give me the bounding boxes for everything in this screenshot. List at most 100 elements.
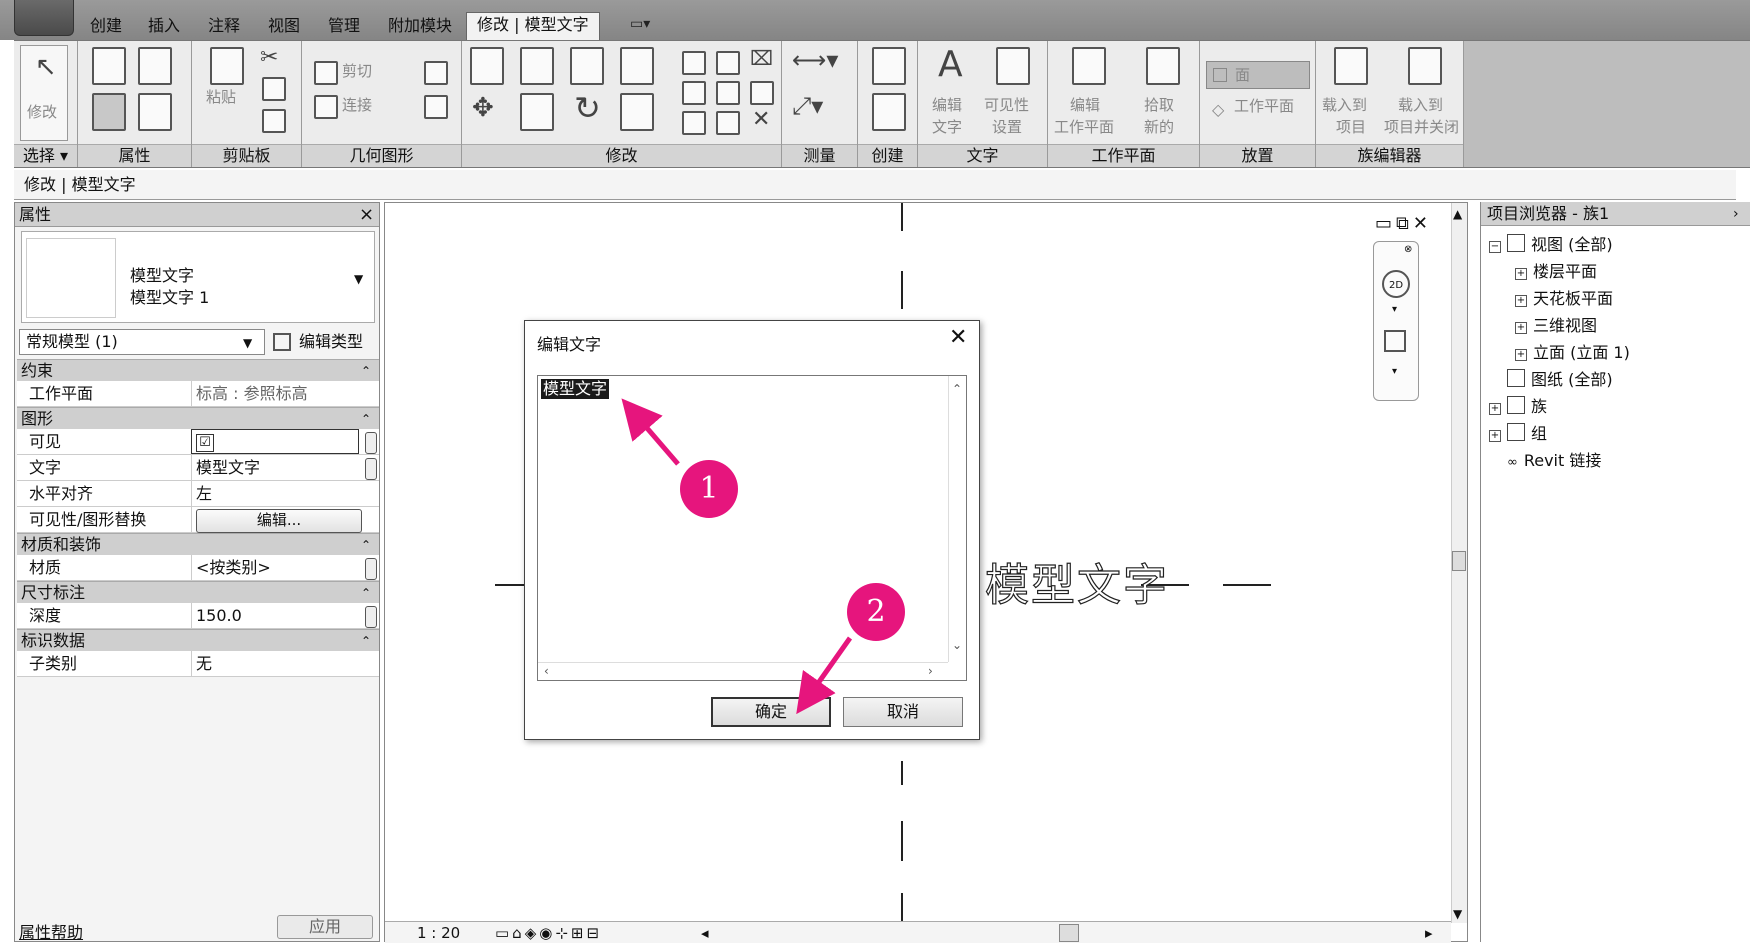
tree-item-families[interactable]: + 族 <box>1489 396 1547 418</box>
group-materials[interactable]: 材质和装饰 ⌃ <box>17 533 379 555</box>
properties-toggle-icon[interactable] <box>92 93 126 131</box>
trim-single-icon[interactable] <box>682 111 706 135</box>
load-into-project-button[interactable]: 载入到 项目 <box>1318 45 1382 143</box>
rotate-icon[interactable]: ↻ <box>574 92 601 124</box>
prop-value[interactable]: <按类别> <box>191 555 359 580</box>
pick-new-workplane-button[interactable]: 拾取 新的 <box>1132 45 1192 143</box>
tree-item-ceiling-plans[interactable]: + 天花板平面 <box>1515 288 1613 310</box>
expand-icon[interactable]: + <box>1515 322 1527 334</box>
pin-icon[interactable] <box>750 81 774 105</box>
visibility-edit-button[interactable]: 编辑... <box>196 509 362 533</box>
tab-create[interactable]: 创建 <box>80 14 132 40</box>
associate-parameter-button[interactable] <box>365 606 377 628</box>
copy-icon[interactable] <box>262 77 286 101</box>
group-identity-data[interactable]: 标识数据 ⌃ <box>17 629 379 651</box>
paste-icon[interactable] <box>210 47 244 85</box>
tab-view[interactable]: 视图 <box>258 14 310 40</box>
expand-icon[interactable]: + <box>1515 268 1527 280</box>
scroll-right-icon[interactable]: ▸ <box>1425 922 1433 944</box>
measure-between-icon[interactable]: ⟷▾ <box>792 45 838 75</box>
visibility-settings-button[interactable]: 可见性 设置 <box>984 45 1044 143</box>
chevron-down-icon[interactable]: ▾ <box>1392 366 1397 377</box>
textarea-horizontal-scrollbar[interactable] <box>538 662 948 680</box>
split-icon[interactable] <box>682 51 706 75</box>
tab-insert[interactable]: 插入 <box>138 14 190 40</box>
move-icon[interactable]: ✥ <box>472 93 494 123</box>
vertical-scroll-thumb[interactable] <box>1452 551 1466 571</box>
tree-item-sheets[interactable]: 图纸 (全部) <box>1507 369 1613 391</box>
application-menu-button[interactable] <box>14 0 74 36</box>
cut-geometry-icon[interactable] <box>314 61 338 85</box>
group-graphics[interactable]: 图形 ⌃ <box>17 407 379 429</box>
zoom-icon[interactable] <box>1384 330 1406 352</box>
chevron-down-icon[interactable]: ▾ <box>1392 304 1397 315</box>
tree-item-3d-views[interactable]: + 三维视图 <box>1515 315 1597 337</box>
create-similar-icon[interactable] <box>872 47 906 85</box>
type-properties-icon[interactable] <box>92 47 126 85</box>
match-properties-icon[interactable] <box>262 109 286 133</box>
properties-help-link[interactable]: 属性帮助 <box>19 919 83 943</box>
split-face-icon[interactable] <box>424 95 448 119</box>
scale-icon[interactable] <box>716 81 740 105</box>
tree-item-views[interactable]: − 视图 (全部) <box>1489 234 1613 256</box>
scroll-left-icon[interactable]: ◂ <box>701 922 709 944</box>
view-window-controls[interactable]: ▭⧉✕ <box>1375 213 1432 234</box>
tree-item-revit-links[interactable]: ∞ Revit 链接 <box>1507 450 1601 474</box>
prop-value[interactable]: 模型文字 <box>191 455 359 480</box>
load-and-close-button[interactable]: 载入到 项目并关闭 <box>1382 45 1464 143</box>
expand-icon[interactable]: + <box>1489 403 1501 415</box>
text-input-area[interactable]: 模型文字 ⌃ ⌄ ‹ › <box>537 375 967 681</box>
copy-element-icon[interactable] <box>520 93 554 131</box>
associate-parameter-button[interactable] <box>365 458 377 480</box>
mirror-draw-icon[interactable] <box>620 47 654 85</box>
tab-addins[interactable]: 附加模块 <box>378 14 462 40</box>
trim-extend-icon[interactable] <box>620 93 654 131</box>
cut-icon[interactable]: ✂ <box>260 43 278 73</box>
textarea-vertical-scrollbar[interactable] <box>948 376 966 662</box>
panel-select-title[interactable]: 选择 ▾ <box>14 144 77 167</box>
cancel-button[interactable]: 取消 <box>843 697 963 727</box>
close-icon[interactable]: › <box>1733 202 1739 226</box>
prop-value[interactable]: 无 <box>191 651 359 676</box>
tab-manage[interactable]: 管理 <box>318 14 370 40</box>
mirror-axis-icon[interactable] <box>570 47 604 85</box>
horizontal-scroll-thumb[interactable] <box>1059 924 1079 942</box>
tree-item-elevations[interactable]: + 立面 (立面 1) <box>1515 342 1630 364</box>
associate-parameter-button[interactable] <box>365 558 377 580</box>
prop-value[interactable]: 150.0 <box>191 603 359 628</box>
edit-type-button[interactable]: 编辑类型 <box>273 329 377 355</box>
scroll-up-icon[interactable]: ▲ <box>1453 207 1462 221</box>
chevron-left-icon[interactable]: ‹ <box>544 664 549 678</box>
collapse-icon[interactable]: − <box>1489 241 1501 253</box>
trim-multiple-icon[interactable] <box>716 111 740 135</box>
place-on-face-button[interactable]: 面 <box>1206 61 1310 89</box>
view-control-icons[interactable]: ▭⌂◈◉⊹⊞⊟ <box>495 922 602 944</box>
unpin-icon[interactable]: ⌧ <box>750 43 773 73</box>
chevron-up-icon[interactable]: ⌃ <box>952 382 962 396</box>
chevron-right-icon[interactable]: › <box>928 664 933 678</box>
scroll-down-icon[interactable]: ▼ <box>1453 907 1462 921</box>
void-icon[interactable] <box>424 61 448 85</box>
ok-button[interactable]: 确定 <box>711 697 831 727</box>
instance-filter-select[interactable]: 常规模型 (1) <box>19 329 265 355</box>
family-category-icon[interactable] <box>138 93 172 131</box>
align-icon[interactable] <box>470 47 504 85</box>
tree-item-floor-plans[interactable]: + 楼层平面 <box>1515 261 1597 283</box>
visible-checkbox[interactable]: ☑ <box>196 434 214 452</box>
tab-modify-model-text[interactable]: 修改 | 模型文字 <box>466 12 600 40</box>
ribbon-minimize-toggle[interactable]: ▭▾ <box>630 16 668 36</box>
close-icon[interactable]: ⊗ <box>1404 244 1412 255</box>
array-icon[interactable] <box>682 81 706 105</box>
aligned-dimension-icon[interactable]: ⤢▾ <box>792 91 823 121</box>
edit-workplane-button[interactable]: 编辑 工作平面 <box>1052 45 1122 143</box>
expand-icon[interactable]: + <box>1515 349 1527 361</box>
steering-wheel-icon[interactable]: 2D <box>1382 270 1410 298</box>
join-geometry-icon[interactable] <box>314 95 338 119</box>
family-types-icon[interactable] <box>138 47 172 85</box>
expand-icon[interactable]: + <box>1489 430 1501 442</box>
expand-icon[interactable]: + <box>1515 295 1527 307</box>
edit-text-button[interactable]: A 编辑 文字 <box>924 45 980 143</box>
apply-button[interactable]: 应用 <box>277 915 373 939</box>
group-constraints[interactable]: 约束 ⌃ <box>17 359 379 381</box>
modify-button[interactable]: ↖ 修改 <box>20 45 68 141</box>
